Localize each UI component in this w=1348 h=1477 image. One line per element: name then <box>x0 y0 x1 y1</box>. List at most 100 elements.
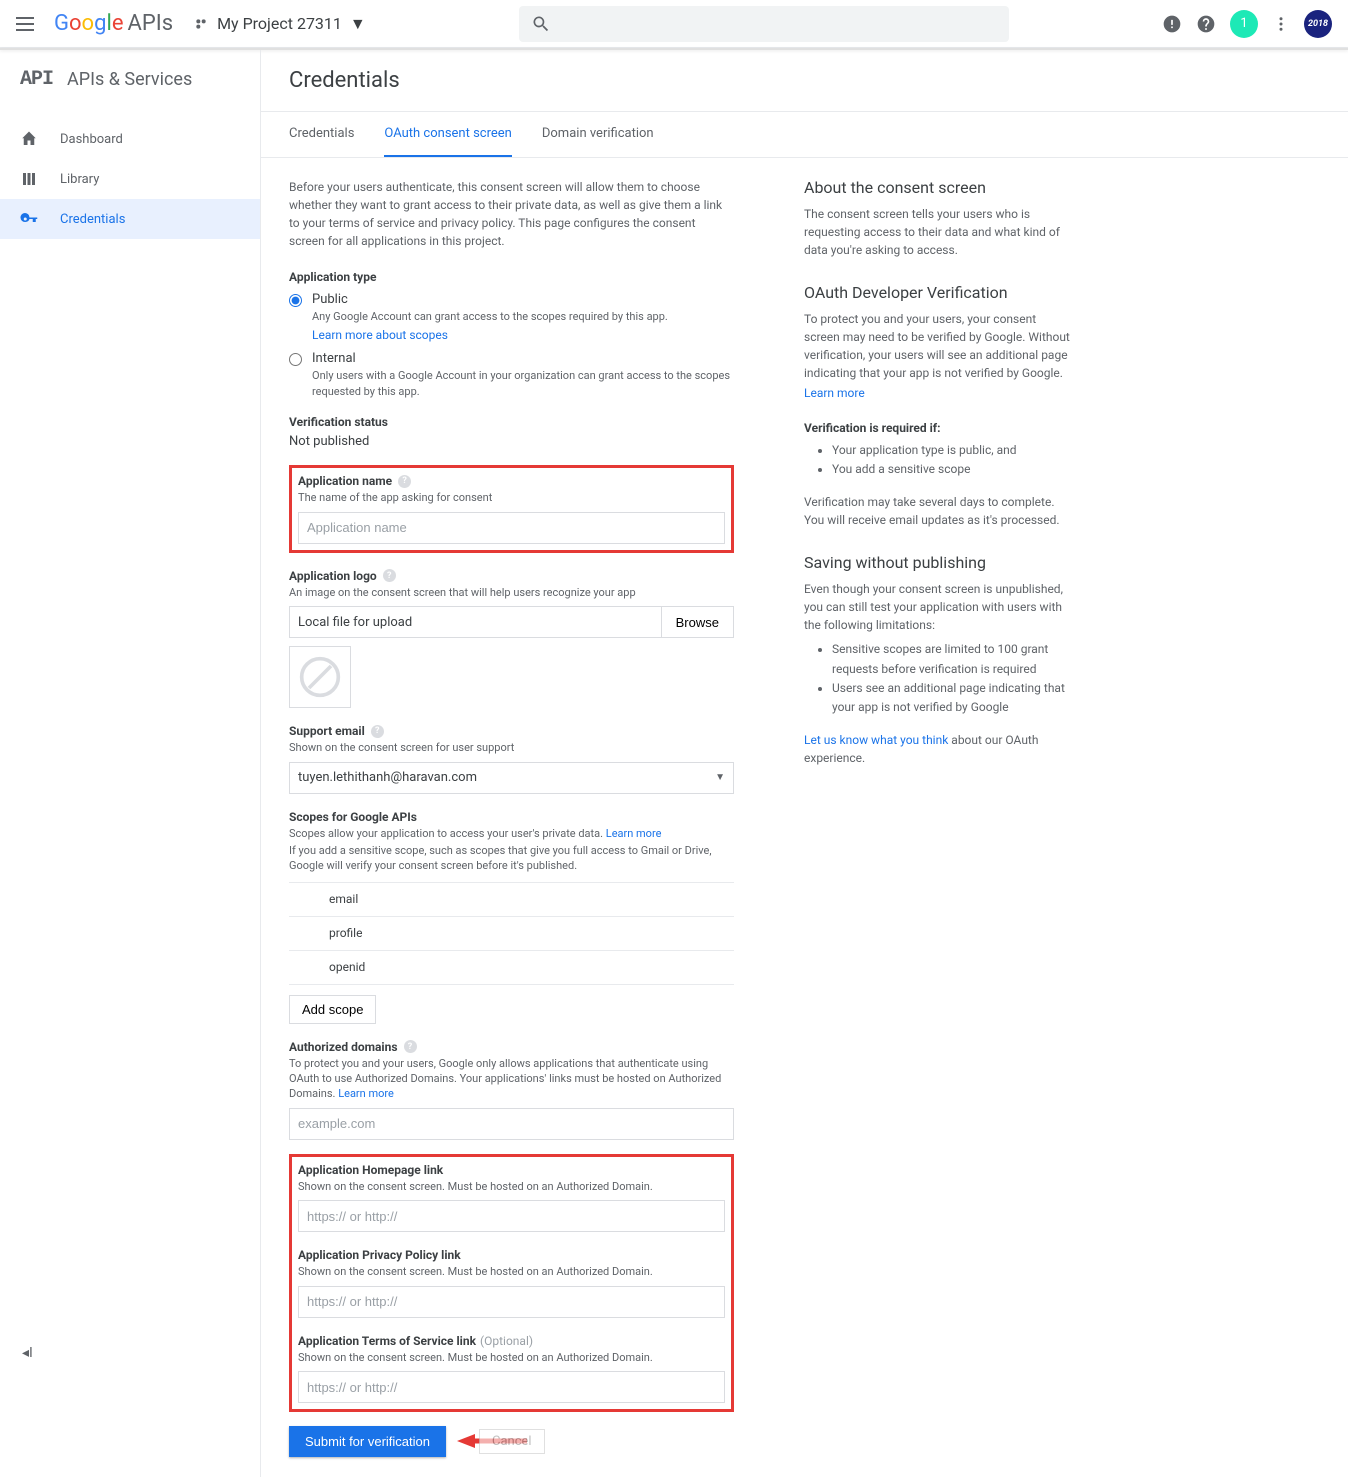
verification-days-text: Verification may take several days to co… <box>804 493 1074 529</box>
required-item: Your application type is public, and <box>832 441 1074 460</box>
scopes-desc2: If you add a sensitive scope, such as sc… <box>289 843 734 874</box>
scopes-label: Scopes for Google APIs <box>289 810 734 824</box>
sidebar-item-library[interactable]: Library <box>0 159 260 199</box>
scope-row[interactable]: profile <box>289 917 734 951</box>
sidebar-header: API APIs & Services <box>0 68 260 91</box>
support-email-label: Support email? <box>289 724 734 738</box>
alert-icon[interactable] <box>1162 14 1182 34</box>
search-input[interactable] <box>519 6 1009 42</box>
saving-heading: Saving without publishing <box>804 553 1074 572</box>
scopes-desc1: Scopes allow your application to access … <box>289 826 734 841</box>
privacy-link-label: Application Privacy Policy link <box>298 1248 725 1262</box>
support-email-desc: Shown on the consent screen for user sup… <box>289 740 734 755</box>
auth-domain-input[interactable] <box>289 1108 734 1140</box>
cancel-button[interactable]: Cancel <box>479 1429 545 1454</box>
homepage-link-desc: Shown on the consent screen. Must be hos… <box>298 1179 725 1194</box>
homepage-link-input[interactable] <box>298 1200 725 1232</box>
app-name-label: Application name? <box>298 474 725 488</box>
page-title: Credentials <box>289 68 1320 93</box>
hamburger-menu[interactable] <box>16 12 40 36</box>
library-icon <box>20 170 38 188</box>
logo-file-name: Local file for upload <box>289 606 661 638</box>
support-email-select[interactable]: tuyen.lethithanh@haravan.com ▼ <box>289 762 734 794</box>
key-icon <box>20 210 38 228</box>
feedback-text: Let us know what you think about our OAu… <box>804 731 1074 767</box>
project-selector[interactable]: My Project 27311 ▼ <box>193 14 366 34</box>
google-apis-logo: GoogleAPIs <box>54 11 173 36</box>
chevron-down-icon: ▼ <box>715 772 725 783</box>
search-icon <box>531 14 551 34</box>
app-type-label: Application type <box>289 270 734 284</box>
tos-link-input[interactable] <box>298 1371 725 1403</box>
scopes-learn-more-link[interactable]: Learn more <box>606 827 662 840</box>
tos-link-desc: Shown on the consent screen. Must be hos… <box>298 1350 725 1365</box>
saving-text: Even though your consent screen is unpub… <box>804 580 1074 634</box>
auth-domains-label: Authorized domains? <box>289 1040 734 1054</box>
help-icon[interactable]: ? <box>398 475 411 488</box>
about-text: The consent screen tells your users who … <box>804 205 1074 259</box>
radio-public-desc: Any Google Account can grant access to t… <box>312 309 734 324</box>
limitation-item: Sensitive scopes are limited to 100 gran… <box>832 640 1074 678</box>
learn-more-scopes-link[interactable]: Learn more about scopes <box>312 328 448 342</box>
radio-internal-desc: Only users with a Google Account in your… <box>312 368 734 399</box>
verification-status-label: Verification status <box>289 415 734 429</box>
tab-oauth-consent[interactable]: OAuth consent screen <box>384 112 511 157</box>
auth-domains-learn-link[interactable]: Learn more <box>338 1087 394 1100</box>
highlight-links-section: Application Homepage link Shown on the c… <box>289 1154 734 1412</box>
more-vert-icon[interactable] <box>1272 15 1290 33</box>
app-name-input[interactable] <box>298 512 725 544</box>
help-icon[interactable]: ? <box>404 1040 417 1053</box>
submit-verification-button[interactable]: Submit for verification <box>289 1426 446 1457</box>
limitation-item: Users see an additional page indicating … <box>832 679 1074 717</box>
oauth-heading: OAuth Developer Verification <box>804 283 1074 302</box>
required-item: You add a sensitive scope <box>832 460 1074 479</box>
app-name-desc: The name of the app asking for consent <box>298 490 725 505</box>
help-icon[interactable]: ? <box>383 569 396 582</box>
radio-internal[interactable] <box>289 353 302 366</box>
collapse-sidebar[interactable]: ◂I <box>22 1345 33 1361</box>
sidebar-item-label: Dashboard <box>60 132 123 147</box>
scope-list: email profile openid <box>289 882 734 985</box>
sidebar-item-dashboard[interactable]: Dashboard <box>0 119 260 159</box>
logo-preview <box>289 646 351 708</box>
sidebar-title: APIs & Services <box>67 69 192 90</box>
app-logo-desc: An image on the consent screen that will… <box>289 585 734 600</box>
help-icon[interactable] <box>1196 14 1216 34</box>
privacy-link-input[interactable] <box>298 1286 725 1318</box>
homepage-link-label: Application Homepage link <box>298 1163 725 1177</box>
required-if-label: Verification is required if: <box>804 421 1074 435</box>
about-heading: About the consent screen <box>804 178 1074 197</box>
intro-text: Before your users authenticate, this con… <box>289 178 734 250</box>
radio-internal-label: Internal <box>312 351 734 366</box>
project-icon <box>193 16 209 32</box>
highlight-app-name: Application name? The name of the app as… <box>289 465 734 552</box>
api-icon: API <box>20 68 53 91</box>
radio-public[interactable] <box>289 294 302 307</box>
tab-credentials[interactable]: Credentials <box>289 112 354 157</box>
radio-public-label: Public <box>312 292 734 307</box>
sidebar-item-credentials[interactable]: Credentials <box>0 199 260 239</box>
account-avatar[interactable]: 2018 <box>1304 10 1332 38</box>
no-image-icon <box>298 655 342 699</box>
scope-row[interactable]: openid <box>289 951 734 985</box>
verification-status-value: Not published <box>289 433 734 451</box>
feedback-link[interactable]: Let us know what you think <box>804 733 948 747</box>
sidebar-item-label: Credentials <box>60 212 125 227</box>
chevron-down-icon: ▼ <box>350 14 366 34</box>
app-logo-label: Application logo? <box>289 569 734 583</box>
dashboard-icon <box>20 130 38 148</box>
auth-domains-desc: To protect you and your users, Google on… <box>289 1056 734 1102</box>
help-icon[interactable]: ? <box>371 725 384 738</box>
scope-row[interactable]: email <box>289 883 734 917</box>
tab-domain-verification[interactable]: Domain verification <box>542 112 654 157</box>
support-email-value: tuyen.lethithanh@haravan.com <box>298 770 477 785</box>
privacy-link-desc: Shown on the consent screen. Must be hos… <box>298 1264 725 1279</box>
notifications-badge[interactable]: 1 <box>1230 10 1258 38</box>
sidebar-item-label: Library <box>60 172 99 187</box>
tos-link-label: Application Terms of Service link(Option… <box>298 1334 725 1348</box>
oauth-text: To protect you and your users, your cons… <box>804 310 1074 382</box>
project-name: My Project 27311 <box>217 14 342 33</box>
add-scope-button[interactable]: Add scope <box>289 995 376 1024</box>
oauth-learn-more-link[interactable]: Learn more <box>804 386 865 400</box>
browse-button[interactable]: Browse <box>661 606 734 638</box>
